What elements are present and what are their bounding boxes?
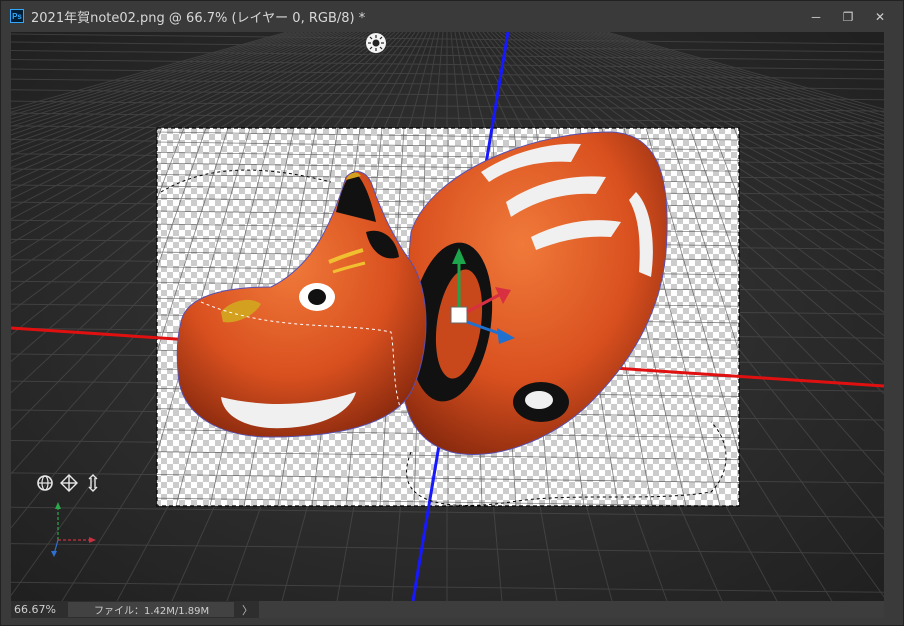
- gizmo-center-cube[interactable]: [450, 306, 468, 324]
- window-controls: ─ ❐ ✕: [801, 8, 895, 26]
- photoshop-app-icon: Ps: [10, 9, 24, 23]
- restore-button[interactable]: ❐: [833, 8, 863, 26]
- title-bar[interactable]: Ps 2021年賀note02.png @ 66.7% (レイヤー 0, RGB…: [1, 1, 903, 31]
- minimize-button[interactable]: ─: [801, 8, 831, 26]
- document-window: Ps 2021年賀note02.png @ 66.7% (レイヤー 0, RGB…: [0, 0, 904, 626]
- 3d-scene[interactable]: [11, 32, 884, 601]
- zoom-level[interactable]: 66.67%: [11, 603, 62, 616]
- sun-light-icon[interactable]: [366, 33, 386, 53]
- file-info[interactable]: ファイル：1.42M/1.89M: [68, 602, 234, 617]
- horizontal-scrollbar[interactable]: [259, 601, 884, 618]
- close-button[interactable]: ✕: [865, 8, 895, 26]
- vertical-scrollbar[interactable]: [884, 32, 903, 601]
- chevron-right-icon[interactable]: 〉: [242, 602, 253, 618]
- document-title: 2021年賀note02.png @ 66.7% (レイヤー 0, RGB/8)…: [31, 10, 366, 26]
- canvas-viewport[interactable]: [11, 32, 884, 601]
